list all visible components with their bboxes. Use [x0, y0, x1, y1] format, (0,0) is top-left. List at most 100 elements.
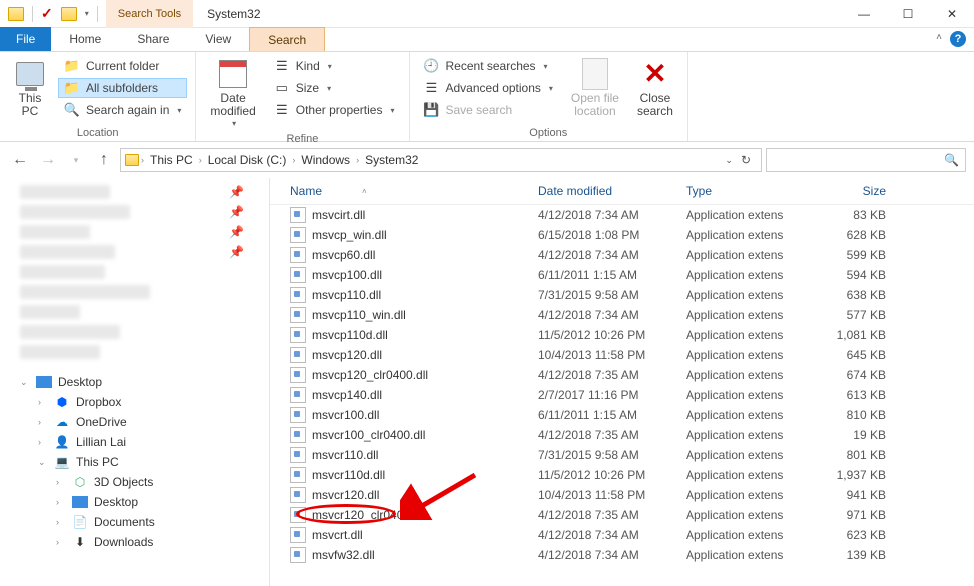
- this-pc-button[interactable]: This PC: [8, 56, 52, 120]
- quick-access-item[interactable]: [0, 262, 269, 282]
- file-row[interactable]: msvcp100.dll6/11/2011 1:15 AMApplication…: [270, 265, 974, 285]
- file-date: 7/31/2015 9:58 AM: [538, 448, 686, 462]
- date-modified-label: Date modified: [210, 92, 255, 118]
- tab-search[interactable]: Search: [249, 27, 325, 51]
- nav-this-pc[interactable]: ⌄💻This PC: [0, 452, 269, 472]
- file-row[interactable]: msvcr110d.dll11/5/2012 10:26 PMApplicati…: [270, 465, 974, 485]
- expand-icon[interactable]: ›: [56, 497, 66, 507]
- properties-icon[interactable]: ✓: [41, 5, 53, 22]
- close-button[interactable]: ✕: [930, 0, 974, 28]
- back-button[interactable]: ←: [8, 148, 32, 172]
- expand-icon[interactable]: ›: [56, 477, 66, 487]
- nav-documents[interactable]: ›📄Documents: [0, 512, 269, 532]
- nav-desktop[interactable]: ⌄Desktop: [0, 372, 269, 392]
- quick-access-item[interactable]: [0, 302, 269, 322]
- recent-searches-button[interactable]: 🕘 Recent searches ▾: [418, 56, 559, 76]
- history-dropdown-icon[interactable]: ⌄: [725, 155, 733, 166]
- close-search-button[interactable]: ✕ Close search: [631, 56, 679, 120]
- column-header-name[interactable]: Name˄: [290, 184, 538, 198]
- chevron-right-icon[interactable]: ›: [356, 155, 359, 165]
- quick-access-item[interactable]: 📌: [0, 242, 269, 262]
- nav-user[interactable]: ›👤Lillian Lai: [0, 432, 269, 452]
- forward-button[interactable]: →: [36, 148, 60, 172]
- file-row[interactable]: msvcrt.dll4/12/2018 7:34 AMApplication e…: [270, 525, 974, 545]
- file-row[interactable]: msvcr100_clr0400.dll4/12/2018 7:35 AMApp…: [270, 425, 974, 445]
- size-button[interactable]: ▭ Size ▾: [268, 78, 401, 98]
- current-folder-button[interactable]: 📁 Current folder: [58, 56, 187, 76]
- quick-access-item[interactable]: 📌: [0, 182, 269, 202]
- file-row[interactable]: msvcp110d.dll11/5/2012 10:26 PMApplicati…: [270, 325, 974, 345]
- quick-access-item[interactable]: 📌: [0, 222, 269, 242]
- nav-dropbox[interactable]: ›⬢Dropbox: [0, 392, 269, 412]
- expand-icon[interactable]: ›: [56, 517, 66, 527]
- chevron-right-icon[interactable]: ›: [141, 155, 144, 165]
- open-file-location-label: Open file location: [571, 92, 619, 118]
- up-button[interactable]: ↑: [92, 148, 116, 172]
- tab-home[interactable]: Home: [51, 27, 119, 51]
- file-row[interactable]: msvcr120.dll10/4/2013 11:58 PMApplicatio…: [270, 485, 974, 505]
- file-row[interactable]: msvcr110.dll7/31/2015 9:58 AMApplication…: [270, 445, 974, 465]
- nav-downloads[interactable]: ›⬇Downloads: [0, 532, 269, 552]
- dll-file-icon: [290, 247, 306, 263]
- file-row[interactable]: msvcp120_clr0400.dll4/12/2018 7:35 AMApp…: [270, 365, 974, 385]
- column-header-size[interactable]: Size: [806, 184, 886, 198]
- qat-dropdown-icon[interactable]: ▾: [85, 9, 89, 18]
- new-folder-icon[interactable]: [61, 7, 77, 21]
- search-again-button[interactable]: 🔍 Search again in ▾: [58, 100, 187, 120]
- minimize-button[interactable]: —: [842, 0, 886, 28]
- chevron-right-icon[interactable]: ›: [292, 155, 295, 165]
- search-input[interactable]: 🔍: [766, 148, 966, 172]
- file-row[interactable]: msvcp110_win.dll4/12/2018 7:34 AMApplica…: [270, 305, 974, 325]
- quick-access-item[interactable]: [0, 322, 269, 342]
- help-icon[interactable]: ?: [950, 31, 966, 47]
- file-row[interactable]: msvcp_win.dll6/15/2018 1:08 PMApplicatio…: [270, 225, 974, 245]
- tab-view[interactable]: View: [187, 27, 249, 51]
- other-properties-button[interactable]: ☰ Other properties ▾: [268, 100, 401, 120]
- column-header-type[interactable]: Type: [686, 184, 806, 198]
- nav-3d-objects[interactable]: ›⬡3D Objects: [0, 472, 269, 492]
- quick-access-item[interactable]: 📌: [0, 202, 269, 222]
- expand-icon[interactable]: ›: [56, 537, 66, 547]
- refresh-icon[interactable]: ↻: [741, 153, 751, 167]
- expand-icon[interactable]: ›: [38, 437, 48, 447]
- expand-icon[interactable]: ⌄: [38, 457, 48, 468]
- breadcrumb-local-disk[interactable]: Local Disk (C:): [204, 153, 291, 167]
- ribbon-collapse-icon[interactable]: ˄: [936, 32, 942, 43]
- expand-icon[interactable]: ›: [38, 417, 48, 427]
- file-row[interactable]: msvcp60.dll4/12/2018 7:34 AMApplication …: [270, 245, 974, 265]
- nav-onedrive[interactable]: ›☁OneDrive: [0, 412, 269, 432]
- all-subfolders-button[interactable]: 📁 All subfolders: [58, 78, 187, 98]
- quick-access-item[interactable]: [0, 342, 269, 362]
- breadcrumb-system32[interactable]: System32: [361, 153, 422, 167]
- file-row[interactable]: msvcp140.dll2/7/2017 11:16 PMApplication…: [270, 385, 974, 405]
- advanced-options-button[interactable]: ☰ Advanced options ▾: [418, 78, 559, 98]
- expand-icon[interactable]: ⌄: [20, 377, 30, 388]
- column-header-date[interactable]: Date modified: [538, 184, 686, 198]
- expand-icon[interactable]: ›: [38, 397, 48, 407]
- tab-file[interactable]: File: [0, 27, 51, 51]
- file-name: msvcr110.dll: [312, 448, 378, 462]
- dll-file-icon: [290, 287, 306, 303]
- file-row[interactable]: msvfw32.dll4/12/2018 7:34 AMApplication …: [270, 545, 974, 565]
- file-row[interactable]: msvcp110.dll7/31/2015 9:58 AMApplication…: [270, 285, 974, 305]
- chevron-right-icon[interactable]: ›: [199, 155, 202, 165]
- date-modified-button[interactable]: Date modified ▾: [204, 56, 261, 131]
- nav-label: Lillian Lai: [76, 435, 126, 449]
- folder-icon[interactable]: [8, 7, 24, 21]
- file-row[interactable]: msvcp120.dll10/4/2013 11:58 PMApplicatio…: [270, 345, 974, 365]
- nav-desktop-2[interactable]: ›Desktop: [0, 492, 269, 512]
- file-row[interactable]: msvcirt.dll4/12/2018 7:34 AMApplication …: [270, 205, 974, 225]
- file-size: 613 KB: [806, 388, 886, 402]
- recent-locations-dropdown[interactable]: ▾: [64, 148, 88, 172]
- desktop-icon: [36, 376, 52, 388]
- file-row[interactable]: msvcr120_clr0400.dll4/12/2018 7:35 AMApp…: [270, 505, 974, 525]
- maximize-button[interactable]: ☐: [886, 0, 930, 28]
- breadcrumb-this-pc[interactable]: This PC: [146, 153, 197, 167]
- navigation-pane[interactable]: 📌 📌 📌 📌 ⌄Desktop ›⬢Dropbox ›☁OneDrive ›👤…: [0, 178, 270, 586]
- address-bar[interactable]: › This PC › Local Disk (C:) › Windows › …: [120, 148, 762, 172]
- file-row[interactable]: msvcr100.dll6/11/2011 1:15 AMApplication…: [270, 405, 974, 425]
- tab-share[interactable]: Share: [119, 27, 187, 51]
- quick-access-item[interactable]: [0, 282, 269, 302]
- kind-button[interactable]: ☰ Kind ▾: [268, 56, 401, 76]
- breadcrumb-windows[interactable]: Windows: [297, 153, 354, 167]
